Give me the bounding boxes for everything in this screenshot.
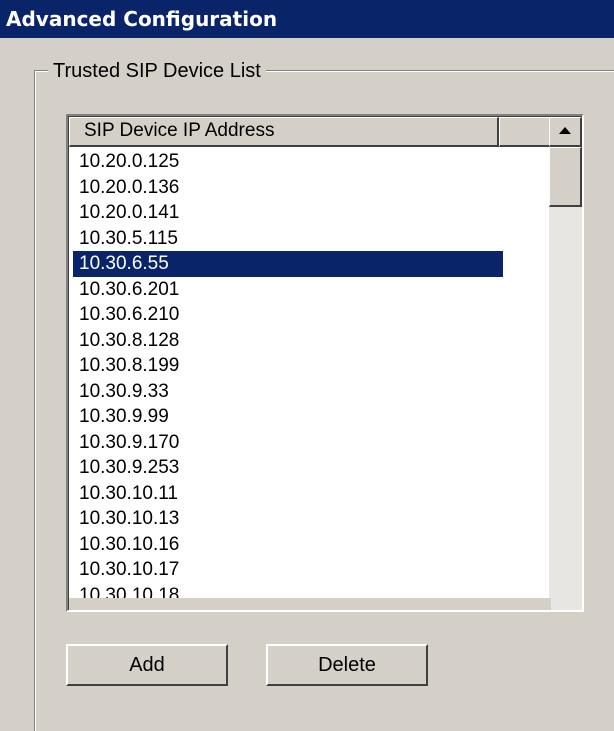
list-item[interactable]: 10.30.10.13 xyxy=(73,506,503,532)
column-header-sip-ip[interactable]: SIP Device IP Address xyxy=(69,117,499,147)
list-item[interactable]: 10.30.8.199 xyxy=(73,353,503,379)
triangle-up-icon xyxy=(559,127,571,134)
listview-frame: SIP Device IP Address 10.20.0.125 10.20.0… xyxy=(68,116,582,610)
list-item[interactable]: 10.30.10.16 xyxy=(73,532,503,558)
list-item[interactable]: 10.20.0.136 xyxy=(73,175,503,201)
list-item[interactable]: 10.30.10.17 xyxy=(73,557,503,583)
scroll-up-button[interactable] xyxy=(549,117,582,147)
scroll-thumb[interactable] xyxy=(549,147,582,207)
horizontal-scrollbar[interactable] xyxy=(69,598,551,610)
list-item[interactable]: 10.30.8.128 xyxy=(73,328,503,354)
list-item[interactable]: 10.30.6.55 xyxy=(73,251,503,277)
list-item[interactable]: 10.30.5.115 xyxy=(73,226,503,252)
add-button[interactable]: Add xyxy=(66,644,228,686)
delete-button[interactable]: Delete xyxy=(266,644,428,686)
column-header-blank[interactable] xyxy=(499,117,551,147)
list-rows: 10.20.0.125 10.20.0.136 10.20.0.141 10.30.5… xyxy=(73,149,503,608)
list-item[interactable]: 10.30.9.99 xyxy=(73,404,503,430)
sip-device-listview[interactable]: SIP Device IP Address 10.20.0.125 10.20.0… xyxy=(66,114,584,612)
list-item[interactable]: 10.30.9.170 xyxy=(73,430,503,456)
window-title: Advanced Configuration xyxy=(0,0,614,38)
list-item[interactable]: 10.30.6.210 xyxy=(73,302,503,328)
list-item[interactable]: 10.30.10.11 xyxy=(73,481,503,507)
groupbox-label: Trusted SIP Device List xyxy=(48,60,266,83)
list-item[interactable]: 10.20.0.125 xyxy=(73,149,503,175)
list-item[interactable]: 10.30.9.33 xyxy=(73,379,503,405)
vertical-scrollbar[interactable] xyxy=(549,117,582,610)
list-item[interactable]: 10.30.6.201 xyxy=(73,277,503,303)
list-item[interactable]: 10.30.9.253 xyxy=(73,455,503,481)
list-item[interactable]: 10.20.0.141 xyxy=(73,200,503,226)
